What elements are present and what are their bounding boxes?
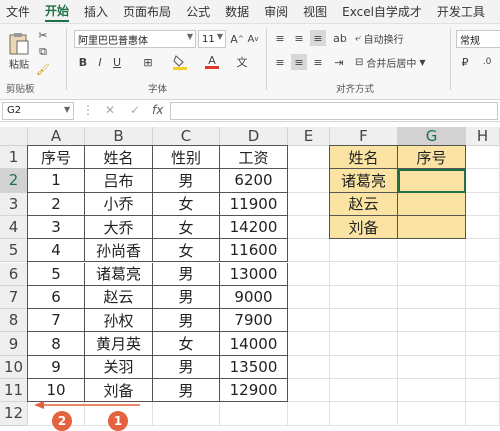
annotation-arrow — [0, 0, 500, 423]
step-badge-2: 2 — [52, 411, 72, 431]
step-badge-1: 1 — [108, 411, 128, 431]
